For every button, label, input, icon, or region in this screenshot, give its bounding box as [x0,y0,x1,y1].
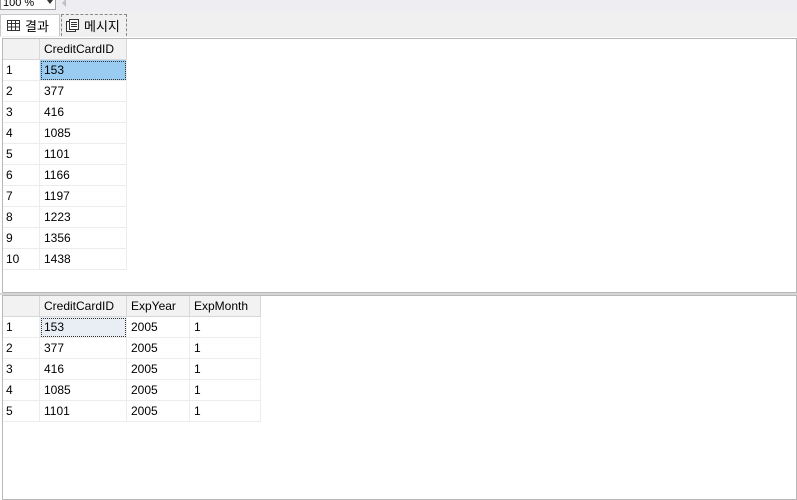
header-row: CreditCardID ExpYear ExpMonth [3,296,261,317]
table-cell[interactable]: 2005 [126,337,190,359]
row-number[interactable]: 10 [3,248,40,270]
result-table-2: CreditCardID ExpYear ExpMonth 1 153 2005… [3,296,261,422]
row-number[interactable]: 3 [3,101,40,123]
table-row: 4 1085 2005 1 [3,379,261,401]
table-cell[interactable]: 153 [39,316,127,338]
table-cell[interactable]: 416 [39,101,127,123]
table-row: 1 153 2005 1 [3,316,261,338]
table-row: 5 1101 [3,143,127,165]
tab-results[interactable]: 결과 [0,14,60,36]
row-number[interactable]: 8 [3,206,40,228]
table-row: 8 1223 [3,206,127,228]
table-row: 3 416 2005 1 [3,358,261,380]
zoom-dropdown[interactable]: 100 % [0,0,56,10]
table-cell[interactable]: 377 [39,337,127,359]
result-grid-1[interactable]: CreditCardID 1 153 2 377 3 416 4 1085 5 1101 … [2,38,797,293]
table-row: 2 377 [3,80,127,102]
tab-results-label: 결과 [25,19,49,34]
row-number[interactable]: 6 [3,164,40,186]
row-number[interactable]: 7 [3,185,40,207]
table-cell[interactable]: 1085 [39,122,127,144]
column-header[interactable]: ExpYear [126,296,190,317]
table-cell[interactable]: 1438 [39,248,127,270]
chevron-down-icon [47,0,53,4]
table-cell[interactable]: 1 [189,337,261,359]
table-cell[interactable]: 377 [39,80,127,102]
row-number[interactable]: 4 [3,122,40,144]
table-cell[interactable]: 1101 [39,143,127,165]
row-number[interactable]: 5 [3,400,40,422]
header-row: CreditCardID [3,39,127,60]
table-cell[interactable]: 416 [39,358,127,380]
column-header[interactable]: ExpMonth [189,296,261,317]
zoom-value: 100 % [3,0,35,9]
column-header[interactable]: CreditCardID [39,296,127,317]
table-cell[interactable]: 1 [189,379,261,401]
table-row: 3 416 [3,101,127,123]
table-cell[interactable]: 2005 [126,379,190,401]
table-cell[interactable]: 1197 [39,185,127,207]
row-number[interactable]: 2 [3,337,40,359]
result-grid-2[interactable]: CreditCardID ExpYear ExpMonth 1 153 2005… [2,295,797,500]
tab-messages[interactable]: 메시지 [61,14,127,36]
table-cell[interactable]: 2005 [126,358,190,380]
row-number[interactable]: 4 [3,379,40,401]
zoom-toolbar: 100 % [0,0,797,12]
table-cell[interactable]: 1101 [39,400,127,422]
table-row: 10 1438 [3,248,127,270]
table-cell[interactable]: 2005 [126,400,190,422]
results-tabstrip: 결과 메시지 [0,12,797,37]
table-row: 4 1085 [3,122,127,144]
row-number[interactable]: 1 [3,316,40,338]
scroll-left-icon[interactable] [62,0,66,7]
row-number[interactable]: 2 [3,80,40,102]
table-cell[interactable]: 1 [189,400,261,422]
row-number[interactable]: 5 [3,143,40,165]
table-row: 6 1166 [3,164,127,186]
tab-messages-label: 메시지 [84,19,120,34]
table-cell[interactable]: 1166 [39,164,127,186]
table-cell[interactable]: 1356 [39,227,127,249]
table-row: 5 1101 2005 1 [3,400,261,422]
table-cell[interactable]: 1 [189,358,261,380]
corner-cell[interactable] [3,296,40,317]
table-cell[interactable]: 1085 [39,379,127,401]
table-cell[interactable]: 153 [39,59,127,81]
row-number[interactable]: 9 [3,227,40,249]
result-table-1: CreditCardID 1 153 2 377 3 416 4 1085 5 1101 … [3,39,127,270]
row-number[interactable]: 1 [3,59,40,81]
column-header[interactable]: CreditCardID [39,39,127,60]
table-cell[interactable]: 1 [189,316,261,338]
message-icon [66,19,79,32]
grid-icon [7,20,20,31]
table-row: 9 1356 [3,227,127,249]
corner-cell[interactable] [3,39,40,60]
table-row: 7 1197 [3,185,127,207]
table-cell[interactable]: 1223 [39,206,127,228]
row-number[interactable]: 3 [3,358,40,380]
table-row: 2 377 2005 1 [3,337,261,359]
table-cell[interactable]: 2005 [126,316,190,338]
table-row: 1 153 [3,59,127,81]
